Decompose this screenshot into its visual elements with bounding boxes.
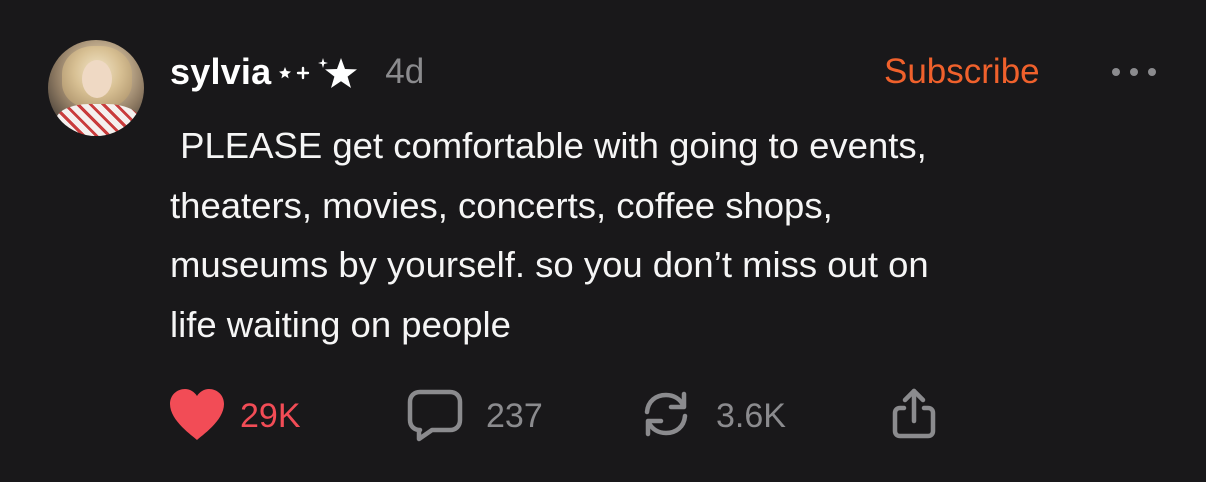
avatar-face bbox=[82, 60, 112, 98]
post-text: PLEASE get comfortable with going to eve… bbox=[170, 125, 929, 345]
avatar[interactable] bbox=[48, 40, 144, 136]
repost-button[interactable]: 3.6K bbox=[638, 388, 786, 444]
post-timestamp: 4d bbox=[385, 52, 425, 91]
ellipsis-icon[interactable] bbox=[1110, 64, 1158, 80]
post-header: sylvia 4d bbox=[170, 48, 424, 96]
comment-button[interactable]: 237 bbox=[406, 388, 543, 444]
refresh-icon bbox=[638, 386, 694, 447]
sparkle-stars-icon bbox=[275, 52, 367, 92]
username[interactable]: sylvia bbox=[170, 51, 271, 93]
post-card: sylvia 4d Subscribe PLEASE get comfortab… bbox=[0, 0, 1206, 482]
share-icon bbox=[886, 386, 942, 447]
comment-count: 237 bbox=[486, 396, 543, 435]
repost-count: 3.6K bbox=[716, 396, 786, 435]
subscribe-button[interactable]: Subscribe bbox=[884, 52, 1040, 92]
heart-icon bbox=[166, 386, 228, 447]
like-button[interactable]: 29K bbox=[166, 388, 301, 444]
speech-bubble-icon bbox=[406, 386, 464, 447]
like-count: 29K bbox=[240, 396, 301, 435]
avatar-shirt bbox=[56, 104, 140, 136]
share-button[interactable] bbox=[886, 388, 942, 444]
